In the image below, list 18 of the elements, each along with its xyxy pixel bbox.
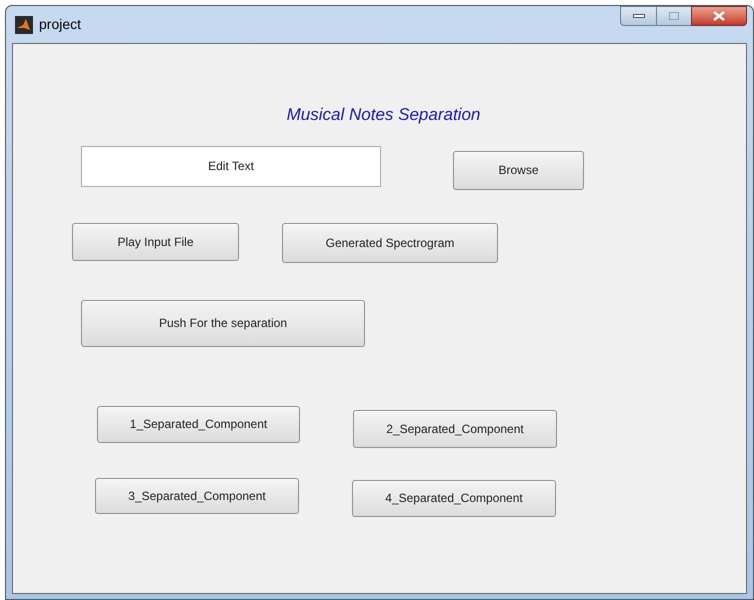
maximize-button[interactable] (657, 6, 691, 26)
maximize-icon (669, 12, 679, 20)
minimize-icon (632, 14, 644, 18)
push-button[interactable]: Generated Spectrogram (282, 222, 498, 262)
push-button[interactable]: Play Input File (72, 222, 239, 260)
push-button[interactable]: 3_Separated_Component (95, 478, 299, 514)
close-icon (713, 11, 725, 21)
minimize-button[interactable] (620, 6, 657, 26)
push-button[interactable]: 4_Separated_Component (352, 480, 556, 516)
window-title: project (39, 15, 82, 34)
edit-text-field[interactable]: Edit Text (81, 146, 381, 186)
push-button[interactable]: 1_Separated_Component (97, 406, 300, 442)
push-button[interactable]: 2_Separated_Component (353, 410, 557, 448)
heading: Musical Notes Separation (286, 104, 480, 126)
close-button[interactable] (691, 6, 747, 26)
push-button[interactable]: Push For the separation (81, 300, 365, 346)
app-logo-icon (15, 16, 33, 34)
push-button[interactable]: Browse (453, 150, 584, 190)
